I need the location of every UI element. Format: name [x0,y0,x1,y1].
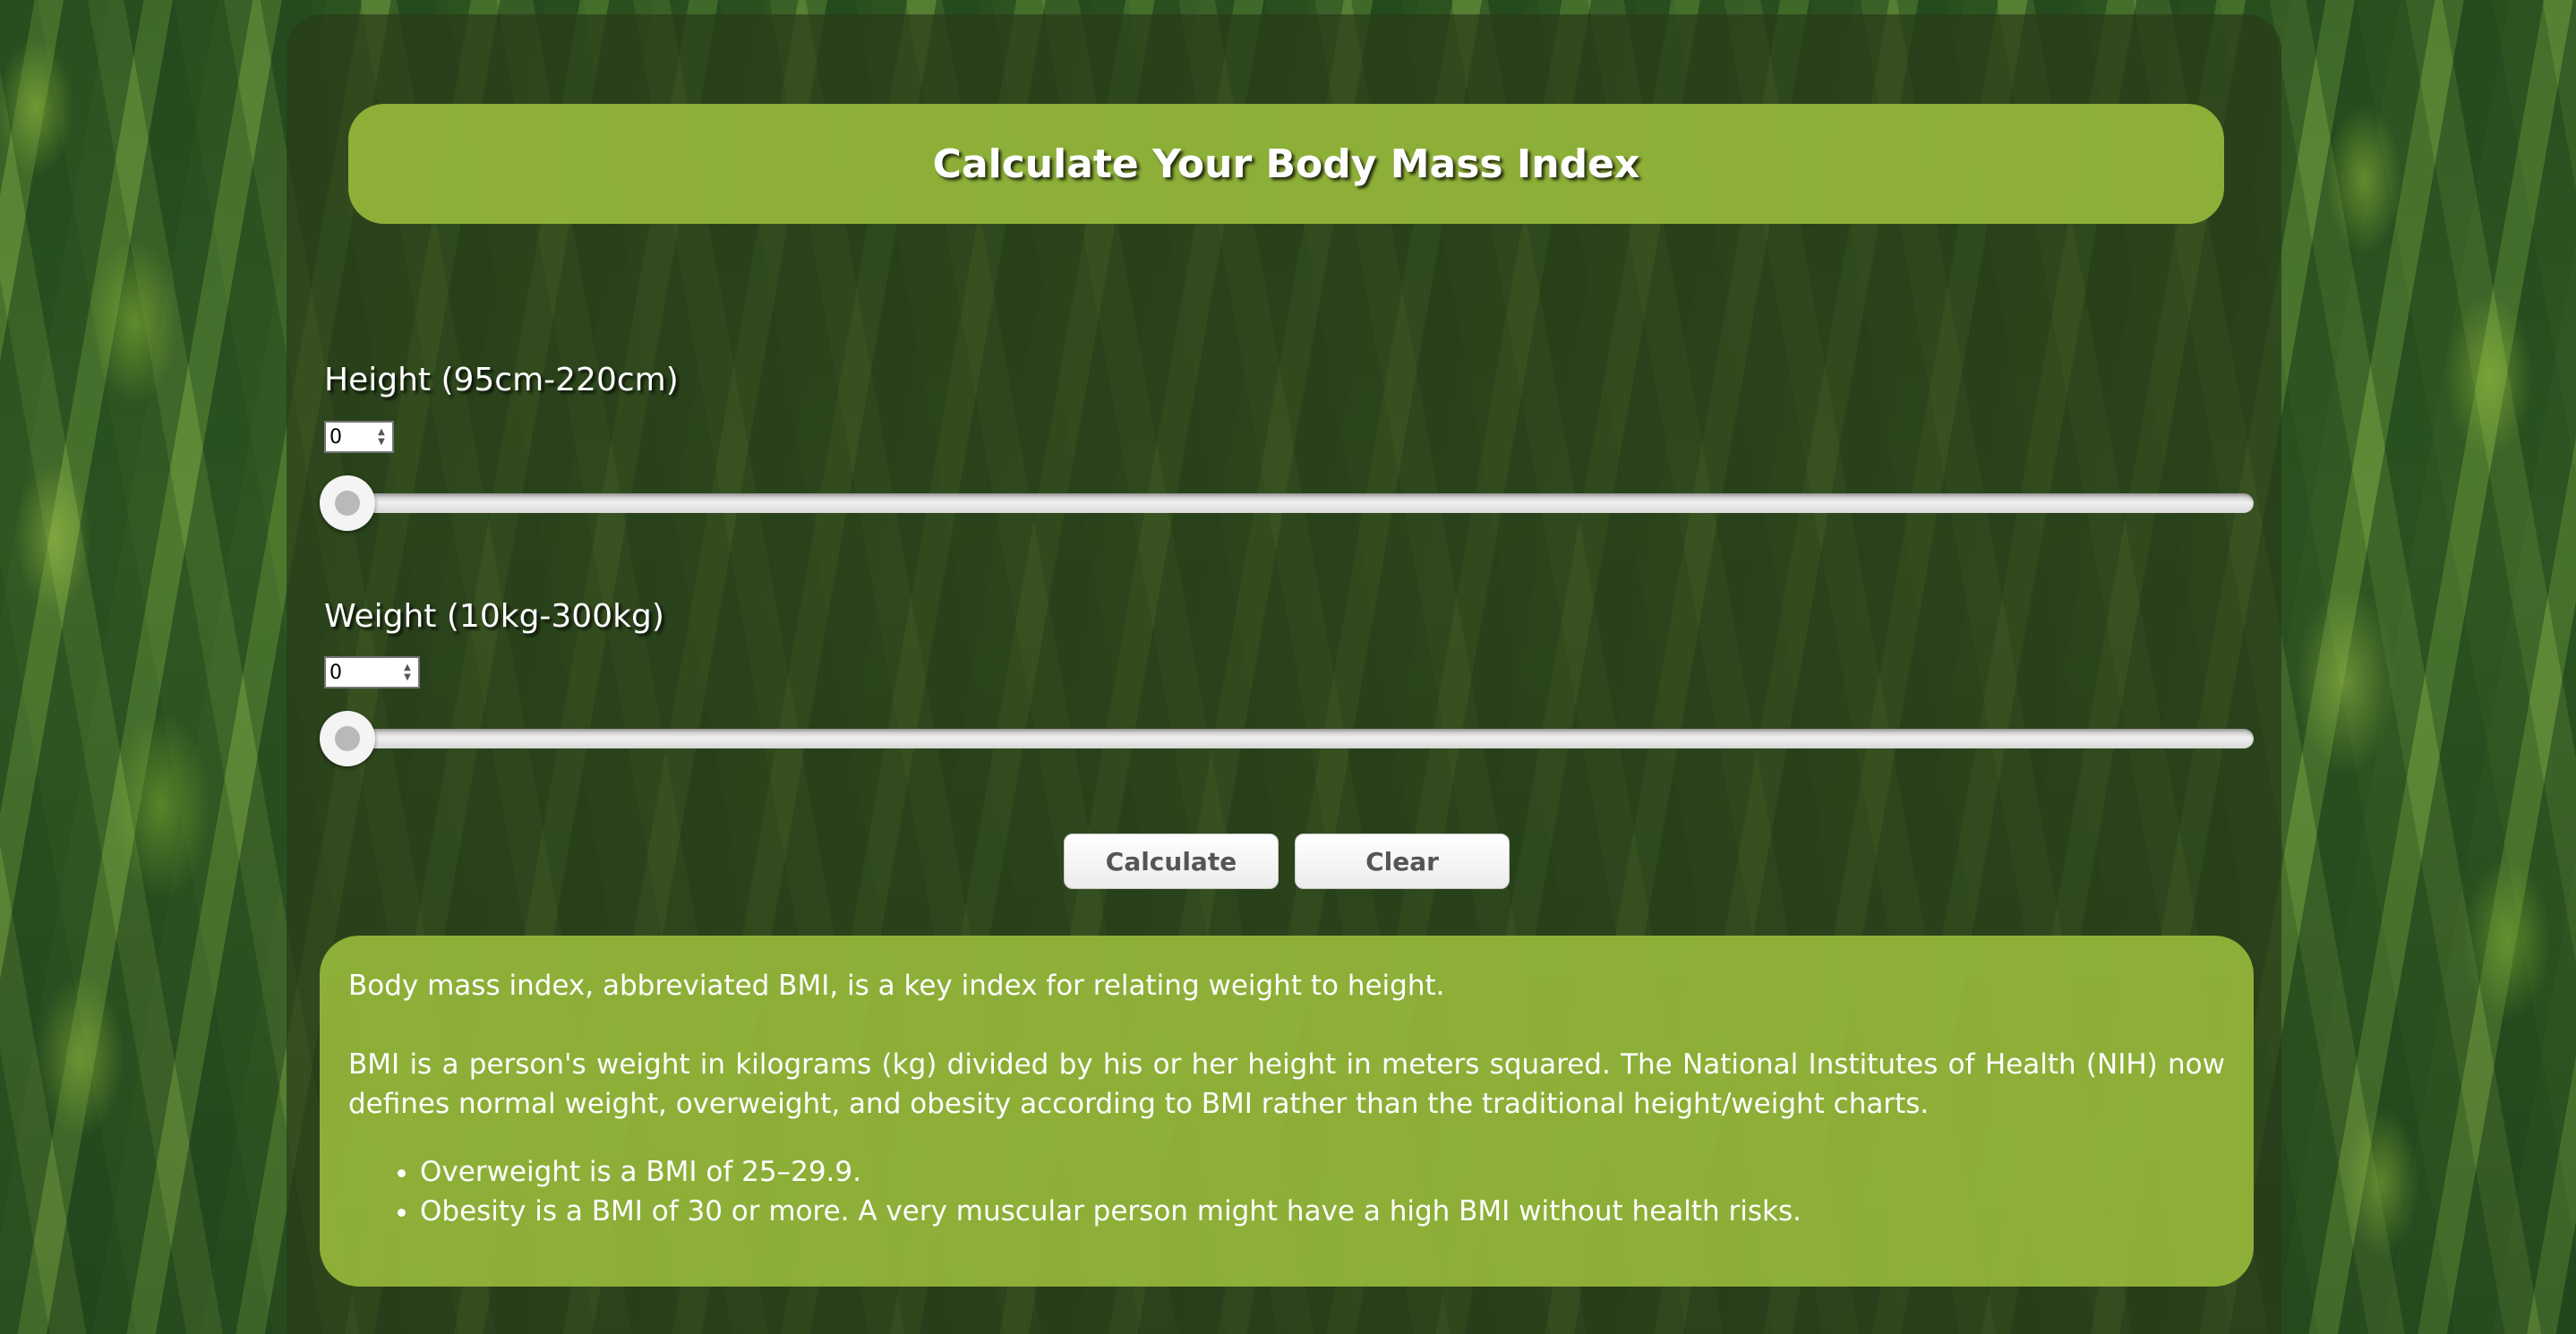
height-slider-thumb[interactable] [320,475,375,531]
height-slider-track[interactable] [322,493,2254,513]
list-item: Overweight is a BMI of 25–29.9. [420,1152,2225,1192]
clear-button[interactable]: Clear [1295,834,1510,889]
weight-number-input[interactable]: 0 ▲ ▼ [324,656,420,688]
calculate-button[interactable]: Calculate [1064,834,1279,889]
title-banner: Calculate Your Body Mass Index [348,104,2224,224]
height-label: Height (95cm-220cm) [324,362,679,398]
info-paragraph-intro: Body mass index, abbreviated BMI, is a k… [348,970,1445,1002]
bmi-category-list: Overweight is a BMI of 25–29.9. Obesity … [348,1152,2225,1231]
bmi-info-box: Body mass index, abbreviated BMI, is a k… [320,936,2254,1287]
spinner-arrows-icon[interactable]: ▲ ▼ [400,660,415,685]
weight-input-value: 0 [329,661,342,684]
page-title: Calculate Your Body Mass Index [932,141,1640,187]
height-input-value: 0 [329,425,342,449]
weight-slider-thumb[interactable] [320,711,375,766]
weight-label: Weight (10kg-300kg) [324,598,664,635]
weight-slider-track[interactable] [322,729,2254,748]
list-item: Obesity is a BMI of 30 or more. A very m… [420,1192,2225,1231]
height-number-input[interactable]: 0 ▲ ▼ [324,421,394,453]
spinner-arrows-icon[interactable]: ▲ ▼ [374,424,389,449]
info-paragraph-definition: BMI is a person's weight in kilograms (k… [348,1048,2225,1120]
